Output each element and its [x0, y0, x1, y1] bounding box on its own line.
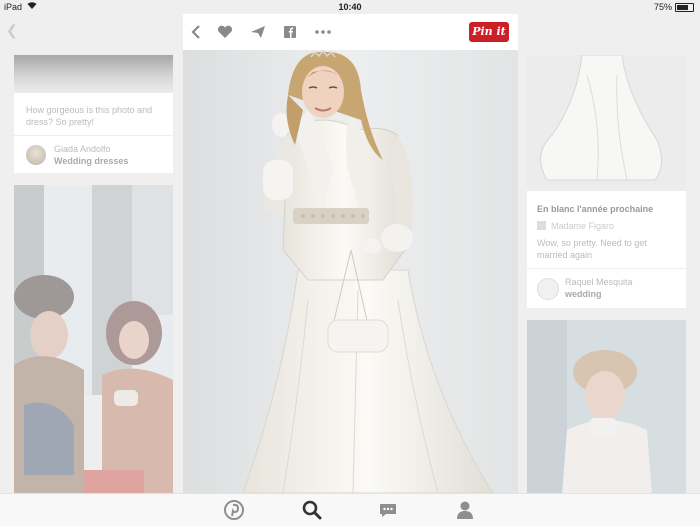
pin-card-right-1[interactable]: En blanc l'année prochaine Madame Figaro… [527, 55, 686, 308]
pin-card-right-2[interactable] [527, 320, 686, 495]
pin-image[interactable] [527, 320, 686, 495]
pin-image[interactable] [527, 55, 686, 191]
pinner-name: Raquel Mesquita [565, 277, 633, 287]
source-icon [537, 221, 546, 230]
profile-icon[interactable] [454, 499, 476, 521]
heart-icon[interactable] [215, 22, 235, 42]
back-icon[interactable] [186, 22, 206, 42]
avatar[interactable] [537, 278, 559, 300]
pin-title: En blanc l'année prochaine [537, 204, 654, 214]
status-bar: iPad 10:40 75% [0, 0, 700, 14]
search-icon[interactable] [301, 499, 323, 521]
pin-image[interactable] [14, 185, 173, 495]
more-icon[interactable] [313, 22, 333, 42]
pin-card-left-2[interactable] [14, 185, 173, 495]
pin-description: How gorgeous is this photo and dress? So… [26, 105, 153, 127]
pin-card-left-1[interactable]: How gorgeous is this photo and dress? So… [14, 55, 173, 173]
pin-source[interactable]: Madame Figaro [551, 221, 614, 231]
clock: 10:40 [338, 2, 362, 12]
tab-bar [0, 493, 700, 526]
battery-percent: 75% [653, 2, 672, 12]
pin-description: Wow, so pretty. Need to get married agai… [537, 238, 647, 260]
facebook-icon[interactable] [280, 22, 300, 42]
pin-image[interactable] [14, 55, 173, 93]
pin-main-image[interactable] [183, 50, 518, 493]
pinner-row[interactable]: Giada Andolfo Wedding dresses [26, 141, 165, 169]
send-icon[interactable] [248, 22, 268, 42]
pinterest-home-icon[interactable] [223, 499, 245, 521]
messages-icon[interactable] [377, 499, 399, 521]
pin-it-button[interactable]: Pin it [469, 22, 509, 42]
battery-icon [675, 3, 694, 12]
pinner-name: Giada Andolfo [54, 144, 111, 154]
board-name[interactable]: Wedding dresses [54, 156, 128, 166]
pinner-row[interactable]: Raquel Mesquita wedding [537, 274, 678, 302]
pin-toolbar: Pin it [183, 14, 518, 50]
avatar[interactable] [26, 145, 46, 165]
board-name[interactable]: wedding [565, 289, 602, 299]
back-icon[interactable]: ❮ [6, 22, 18, 39]
